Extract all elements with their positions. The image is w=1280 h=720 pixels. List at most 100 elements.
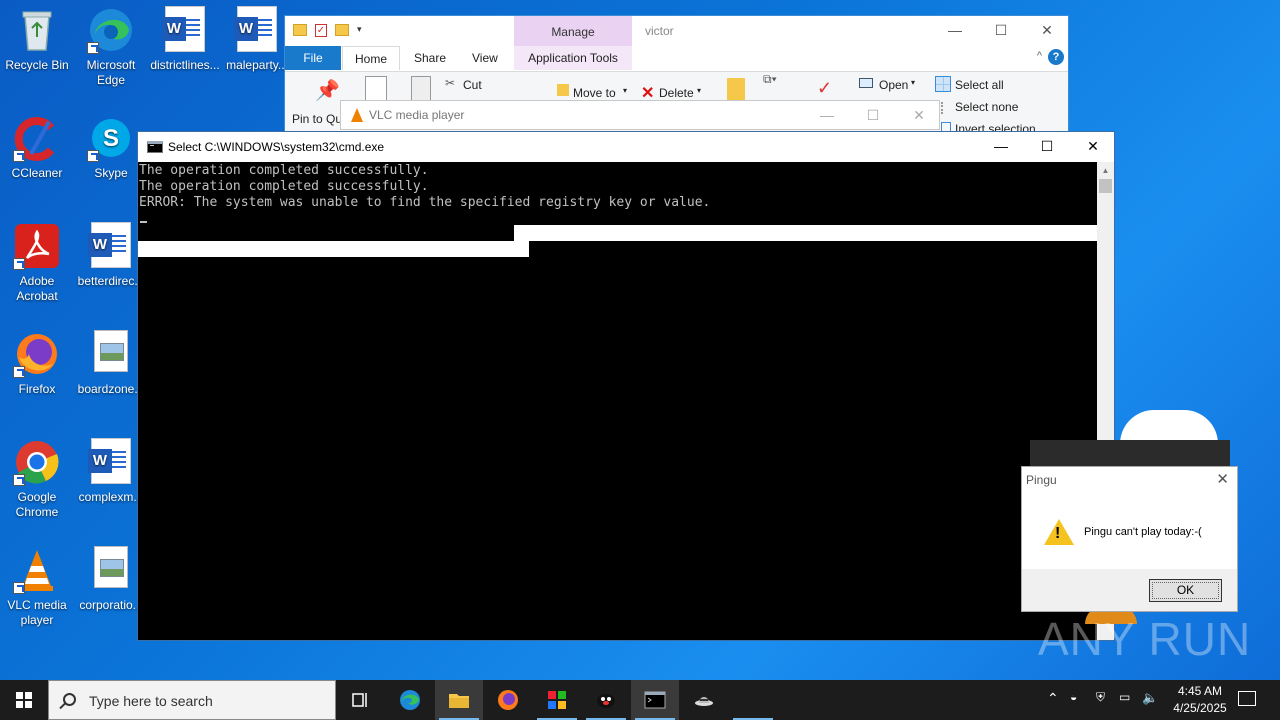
desktop-icon-label: maleparty... <box>226 58 288 72</box>
quick-access-toolbar: ✓ ▾ <box>293 24 362 37</box>
taskbar-edge[interactable] <box>386 680 434 720</box>
selection-highlight <box>514 225 1098 241</box>
tab-home[interactable]: Home <box>342 46 401 70</box>
properties-check-icon: ✓ <box>817 78 833 98</box>
ccleaner-icon <box>13 114 61 162</box>
taskbar-file-explorer[interactable] <box>435 680 483 720</box>
folder-icon <box>449 694 469 708</box>
network-icon[interactable]: ▭ <box>1119 690 1130 704</box>
desktop-icon-label: districtlines... <box>150 58 220 72</box>
desktop-icon-districtlines[interactable]: W districtlines... <box>148 0 222 73</box>
start-button[interactable] <box>0 680 48 720</box>
console-output[interactable]: The operation completed successfully. Th… <box>138 162 1098 640</box>
pin-icon: 📌 <box>315 80 340 102</box>
minimize-button[interactable]: — <box>932 16 978 46</box>
desktop-icon-recycle-bin[interactable]: Recycle Bin <box>0 0 74 73</box>
console-line: The operation completed successfully. <box>139 179 429 194</box>
chevron-up-icon[interactable]: ⌃ <box>1047 690 1059 707</box>
scroll-thumb[interactable] <box>1099 179 1112 193</box>
desktop-icon-acrobat[interactable]: Adobe Acrobat <box>0 216 74 304</box>
taskbar-app[interactable] <box>533 680 581 720</box>
scroll-up-arrow-icon[interactable]: ▲ <box>1097 162 1114 179</box>
close-button[interactable]: ✕ <box>896 101 942 131</box>
vlc-icon <box>351 108 363 122</box>
chevron-down-icon[interactable]: ▾ <box>357 24 362 37</box>
maximize-button[interactable]: ☐ <box>850 101 896 131</box>
properties-icon[interactable]: ✓ <box>315 24 327 37</box>
task-view-button[interactable] <box>336 680 384 720</box>
desktop-icon-label: Adobe Acrobat <box>16 274 58 303</box>
system-clock[interactable]: 4:45 AM 4/25/2025 <box>1160 683 1240 717</box>
taskbar-cmd[interactable] <box>631 680 679 720</box>
anyrun-watermark: ANY RUN <box>1038 613 1252 665</box>
tab-file[interactable]: File <box>285 46 341 70</box>
desktop-icon-maleparty[interactable]: W maleparty... <box>220 0 294 73</box>
window-title: VLC media player <box>369 108 465 122</box>
folder-icon[interactable] <box>293 24 307 36</box>
image-file-icon <box>87 546 135 594</box>
taskbar-search-box[interactable]: Type here to search <box>48 680 336 720</box>
select-none-button[interactable]: Select none <box>955 100 1018 114</box>
maximize-button[interactable]: ☐ <box>978 16 1024 46</box>
new-folder-icon[interactable] <box>335 24 349 36</box>
task-view-icon <box>352 693 367 707</box>
open-button[interactable]: Open <box>879 78 908 92</box>
desktop-icon-ccleaner[interactable]: CCleaner <box>0 108 74 181</box>
notification-icon[interactable] <box>1238 691 1256 706</box>
ribbon-tabs: File Home Share View Application Tools ^… <box>285 46 1068 70</box>
vlc-icon <box>13 546 61 594</box>
svg-text:S: S <box>103 125 119 152</box>
close-button[interactable]: ✕ <box>1070 132 1116 162</box>
desktop-icon-edge[interactable]: Microsoft Edge <box>74 0 148 88</box>
penguin-icon <box>597 694 615 708</box>
taskbar-app-hat[interactable] <box>680 680 728 720</box>
pingu-message-dialog[interactable]: Pingu ✕ ! Pingu can't play today:-( OK <box>1021 466 1238 612</box>
text-cursor <box>140 221 147 223</box>
acrobat-icon <box>13 222 61 270</box>
delete-button[interactable]: Delete <box>659 86 694 100</box>
word-document-icon: W <box>87 438 135 486</box>
maximize-button[interactable]: ☐ <box>1024 132 1070 162</box>
taskbar-pingu[interactable] <box>582 680 630 720</box>
tab-view[interactable]: View <box>460 46 510 70</box>
minimize-button[interactable]: — <box>804 101 850 131</box>
taskbar: Type here to search ⌃ ◒ ⛨ ▭ 🔈 4:45 AM 4/… <box>0 680 1280 720</box>
select-all-button[interactable]: Select all <box>955 78 1004 92</box>
copy-icon <box>365 76 387 102</box>
tab-application-tools[interactable]: Application Tools <box>514 46 632 70</box>
image-file-icon <box>87 330 135 378</box>
select-all-icon <box>935 76 951 92</box>
cmd-window[interactable]: Select C:\WINDOWS\system32\cmd.exe — ☐ ✕… <box>137 131 1115 641</box>
desktop-icon-label: VLC media player <box>7 598 67 627</box>
tab-share[interactable]: Share <box>402 46 458 70</box>
new-item-icon: ⧉▾ <box>763 72 777 86</box>
firefox-icon <box>13 330 61 378</box>
selection-highlight <box>138 241 529 257</box>
windows-logo-icon <box>16 692 32 708</box>
hat-tray-icon[interactable]: ◒ <box>1070 690 1077 704</box>
desktop-icon-chrome[interactable]: Google Chrome <box>0 432 74 520</box>
new-folder-icon <box>727 78 745 100</box>
close-button[interactable]: ✕ <box>1024 16 1070 46</box>
taskbar-app-blank[interactable] <box>729 680 777 720</box>
move-to-button[interactable]: Move to <box>573 86 616 100</box>
window-title: victor <box>645 24 674 38</box>
volume-icon[interactable]: 🔈 <box>1142 690 1158 706</box>
dialog-title: Pingu <box>1026 473 1057 487</box>
close-button[interactable]: ✕ <box>1216 470 1229 488</box>
desktop-icon-firefox[interactable]: Firefox <box>0 324 74 397</box>
cut-button[interactable]: Cut <box>463 78 482 92</box>
help-button[interactable]: ? <box>1048 49 1064 65</box>
vlc-window[interactable]: VLC media player — ☐ ✕ <box>340 100 940 130</box>
manage-context-tab[interactable]: Manage <box>514 16 632 46</box>
word-document-icon: W <box>161 6 209 54</box>
taskbar-firefox[interactable] <box>484 680 532 720</box>
minimize-button[interactable]: — <box>978 132 1024 162</box>
ok-button[interactable]: OK <box>1149 579 1222 602</box>
word-document-icon: W <box>233 6 281 54</box>
clock-time: 4:45 AM <box>1177 684 1223 698</box>
search-icon <box>63 693 76 706</box>
security-icon[interactable]: ⛨ <box>1096 690 1105 705</box>
collapse-ribbon-icon[interactable]: ^ <box>1037 50 1042 62</box>
desktop-icon-vlc[interactable]: VLC media player <box>0 540 74 628</box>
